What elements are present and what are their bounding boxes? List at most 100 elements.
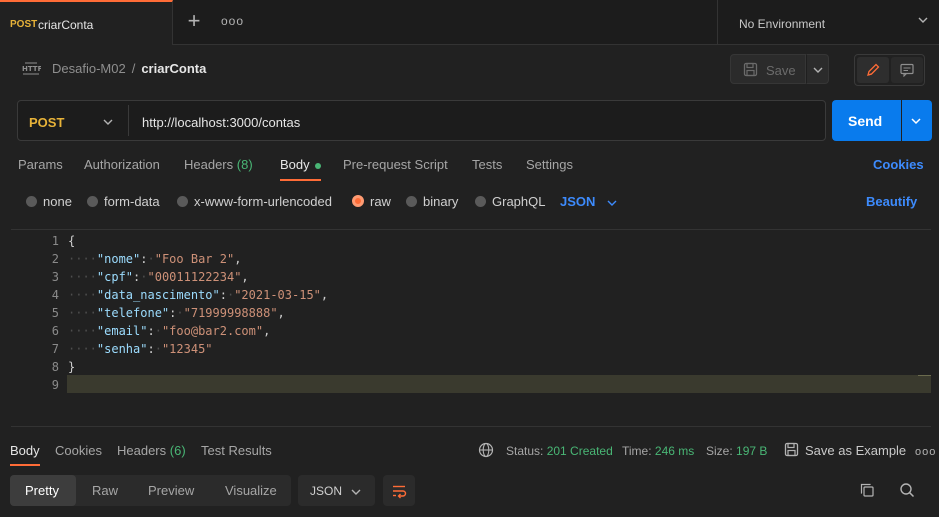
json-value: "2021-03-15"	[234, 288, 321, 302]
new-tab-plus-icon[interactable]: +	[184, 10, 204, 32]
code-line: ····"email":·"foo@bar2.com",	[68, 324, 271, 338]
send-button-label: Send	[848, 113, 883, 129]
body-mode-raw[interactable]: raw	[352, 194, 391, 209]
response-size[interactable]: Size: 197 B	[706, 444, 767, 458]
tab-body[interactable]: Body	[280, 157, 321, 181]
chevron-down-icon[interactable]	[102, 116, 114, 128]
save-disk-icon	[743, 62, 758, 77]
send-options-dropdown[interactable]	[902, 100, 932, 141]
chevron-down-icon	[918, 17, 928, 23]
response-tab-headers[interactable]: Headers (6)	[117, 443, 186, 458]
body-mode-graphql[interactable]: GraphQL	[475, 194, 545, 209]
line-number: 6	[51, 324, 59, 338]
chevron-down-icon	[351, 489, 361, 495]
body-format-select[interactable]: JSON	[560, 194, 617, 209]
tab-headers-label: Headers	[184, 157, 234, 172]
response-tab-test-results[interactable]: Test Results	[201, 443, 272, 458]
code-open-brace: {	[68, 234, 76, 248]
current-line-highlight	[67, 375, 931, 393]
format-preview[interactable]: Preview	[148, 483, 194, 498]
response-tab-cookies[interactable]: Cookies	[55, 443, 102, 458]
tab-tests[interactable]: Tests	[472, 157, 502, 172]
json-key: "data_nascimento"	[96, 288, 220, 302]
radio-circle	[87, 196, 98, 207]
json-value: "00011122234"	[147, 270, 242, 284]
line-number: 2	[51, 252, 59, 266]
body-code-editor[interactable]: 1 2 3 4 5 6 7 8 9 { ····"nome":·"Foo Bar…	[11, 229, 931, 427]
tab-pre-request-script[interactable]: Pre-request Script	[343, 157, 448, 172]
json-key: "email"	[96, 324, 148, 338]
breadcrumb-collection[interactable]: Desafio-M02	[52, 61, 126, 76]
body-mode-binary[interactable]: binary	[406, 194, 458, 209]
environment-selector[interactable]: No Environment	[717, 0, 939, 45]
json-key: "telefone"	[96, 306, 170, 320]
body-mode-label: x-www-form-urlencoded	[194, 194, 332, 209]
radio-circle	[475, 196, 486, 207]
line-number: 3	[51, 270, 59, 284]
format-raw[interactable]: Raw	[92, 483, 118, 498]
tab-bar: POST criarConta + ooo No Environment	[0, 0, 939, 45]
save-disk-icon[interactable]	[784, 442, 799, 457]
format-pretty[interactable]: Pretty	[10, 475, 76, 506]
tab-headers-count: (8)	[236, 157, 253, 172]
format-pretty-label: Pretty	[25, 483, 59, 498]
response-status[interactable]: Status: 201 Created	[506, 444, 613, 458]
radio-circle-selected	[352, 195, 364, 207]
request-url-bar: POST http://localhost:3000/contas	[17, 100, 826, 141]
wrap-lines-button[interactable]	[383, 475, 415, 506]
send-button[interactable]: Send	[832, 100, 901, 141]
status-label: Status:	[506, 444, 544, 458]
json-value: "foo@bar2.com"	[161, 324, 264, 338]
tab-headers[interactable]: Headers (8)	[184, 157, 253, 172]
response-tab-body[interactable]: Body	[10, 443, 40, 466]
beautify-button[interactable]: Beautify	[866, 194, 917, 209]
tab-title: criarConta	[38, 18, 94, 32]
url-input[interactable]: http://localhost:3000/contas	[142, 115, 300, 130]
save-as-example-button[interactable]: Save as Example	[805, 443, 906, 458]
body-mode-label: form-data	[104, 194, 160, 209]
response-more-ellipsis-icon[interactable]: ooo	[915, 446, 936, 458]
tab-settings[interactable]: Settings	[526, 157, 573, 172]
code-line: ····"telefone":·"71999998888",	[68, 306, 285, 320]
json-value: "12345"	[161, 342, 213, 356]
tab-method-badge: POST	[10, 19, 38, 30]
http-method-select[interactable]: POST	[29, 115, 64, 130]
edit-mode-button[interactable]	[857, 57, 889, 83]
status-value: 201 Created	[546, 444, 613, 458]
body-mode-form-data[interactable]: form-data	[87, 194, 160, 209]
body-mode-label: raw	[370, 194, 391, 209]
time-label: Time:	[622, 444, 652, 458]
view-mode-toggle	[854, 54, 925, 86]
response-format-tabs: Pretty Raw Preview Visualize	[10, 475, 291, 506]
tab-params[interactable]: Params	[18, 157, 63, 172]
wrap-lines-icon	[393, 485, 407, 499]
body-mode-urlencoded[interactable]: x-www-form-urlencoded	[177, 194, 332, 209]
search-icon[interactable]	[899, 482, 915, 498]
more-tabs-ellipsis-icon[interactable]: ooo	[221, 14, 244, 28]
request-tab-criarconta[interactable]: POST criarConta	[0, 0, 173, 45]
http-request-icon: HTTP	[22, 62, 41, 75]
globe-icon[interactable]	[478, 442, 494, 458]
cookies-link[interactable]: Cookies	[873, 157, 924, 172]
save-options-dropdown[interactable]	[806, 54, 829, 84]
comments-button[interactable]	[891, 57, 923, 83]
body-indicator-dot	[314, 162, 321, 169]
format-visualize[interactable]: Visualize	[225, 483, 277, 498]
copy-icon[interactable]	[859, 482, 875, 498]
size-value: 197 B	[736, 444, 768, 458]
breadcrumb-request-name[interactable]: criarConta	[141, 61, 206, 76]
radio-circle	[177, 196, 188, 207]
json-key: "senha"	[96, 342, 148, 356]
line-number: 4	[51, 288, 59, 302]
response-time[interactable]: Time: 246 ms	[622, 444, 694, 458]
response-language-label: JSON	[310, 484, 343, 498]
response-language-select[interactable]: JSON	[298, 475, 375, 506]
body-mode-label: GraphQL	[492, 194, 546, 209]
save-button[interactable]: Save	[730, 54, 806, 84]
time-value: 246 ms	[654, 444, 695, 458]
response-headers-count: (6)	[169, 443, 186, 458]
body-mode-label: none	[43, 194, 72, 209]
tab-authorization[interactable]: Authorization	[84, 157, 160, 172]
body-mode-none[interactable]: none	[26, 194, 72, 209]
pencil-icon	[867, 63, 880, 76]
